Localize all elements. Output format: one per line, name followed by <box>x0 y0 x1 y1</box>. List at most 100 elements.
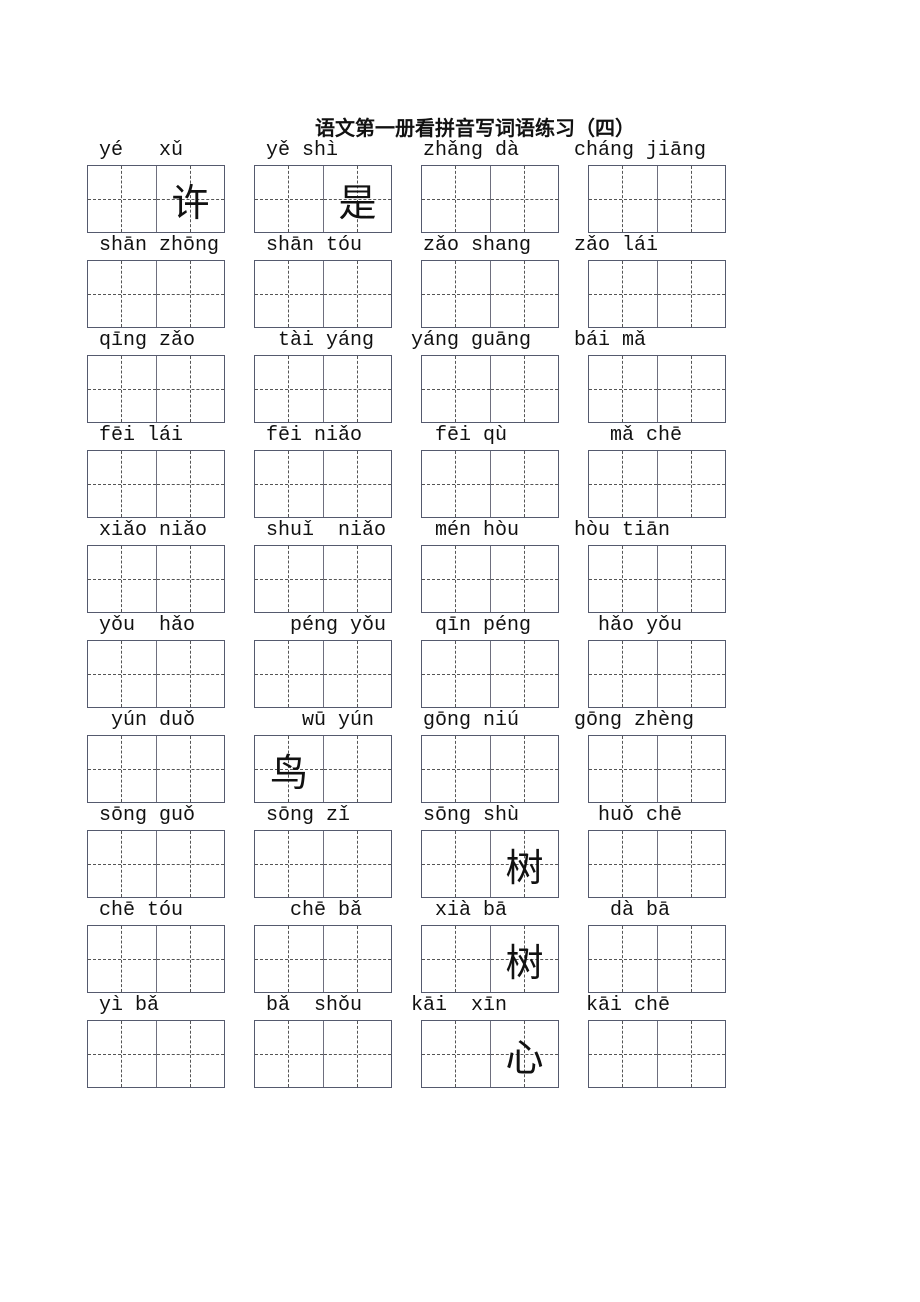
writing-cell[interactable]: 是 <box>323 166 391 232</box>
writing-cell[interactable] <box>156 641 224 707</box>
writing-cell[interactable] <box>422 926 490 992</box>
writing-grid: 心 <box>421 1020 559 1088</box>
writing-cell[interactable] <box>657 1021 725 1087</box>
writing-cell[interactable] <box>156 831 224 897</box>
writing-cell[interactable] <box>88 641 156 707</box>
writing-cell[interactable] <box>156 451 224 517</box>
writing-cell[interactable] <box>88 831 156 897</box>
writing-cell[interactable] <box>88 261 156 327</box>
writing-cell[interactable] <box>657 451 725 517</box>
written-character: 鸟 <box>269 750 308 795</box>
writing-cell[interactable] <box>589 166 657 232</box>
written-character <box>589 736 657 802</box>
writing-cell[interactable]: 心 <box>490 1021 558 1087</box>
writing-cell[interactable] <box>490 736 558 802</box>
writing-cell[interactable]: 许 <box>156 166 224 232</box>
writing-cell[interactable] <box>589 926 657 992</box>
writing-cell[interactable] <box>88 166 156 232</box>
writing-cell[interactable] <box>657 166 725 232</box>
writing-cell[interactable] <box>323 641 391 707</box>
writing-cell[interactable] <box>323 356 391 422</box>
written-character <box>658 546 725 612</box>
writing-cell[interactable] <box>255 831 323 897</box>
writing-cell[interactable] <box>323 1021 391 1087</box>
writing-cell[interactable] <box>255 1021 323 1087</box>
writing-cell[interactable] <box>156 926 224 992</box>
writing-cell[interactable] <box>88 736 156 802</box>
writing-cell[interactable] <box>422 451 490 517</box>
writing-cell[interactable] <box>490 166 558 232</box>
writing-cell[interactable] <box>422 1021 490 1087</box>
writing-cell[interactable] <box>589 356 657 422</box>
written-character: 心 <box>505 1035 544 1080</box>
written-character <box>88 831 156 897</box>
writing-cell[interactable] <box>255 261 323 327</box>
writing-cell[interactable] <box>657 641 725 707</box>
writing-cell[interactable] <box>490 546 558 612</box>
writing-cell[interactable] <box>88 451 156 517</box>
writing-cell[interactable] <box>88 546 156 612</box>
writing-cell[interactable] <box>255 926 323 992</box>
writing-cell[interactable] <box>657 261 725 327</box>
writing-cell[interactable] <box>255 356 323 422</box>
writing-cell[interactable] <box>323 451 391 517</box>
writing-cell[interactable] <box>657 546 725 612</box>
writing-grid: 鸟 <box>254 735 392 803</box>
writing-cell[interactable] <box>422 641 490 707</box>
writing-cell[interactable]: 树 <box>490 926 558 992</box>
writing-cell[interactable]: 树 <box>490 831 558 897</box>
writing-grid <box>421 450 559 518</box>
writing-cell[interactable] <box>589 736 657 802</box>
written-character <box>157 451 224 517</box>
writing-cell[interactable] <box>255 546 323 612</box>
word-item: chē tóu <box>87 899 237 996</box>
writing-cell[interactable] <box>255 451 323 517</box>
writing-cell[interactable] <box>255 166 323 232</box>
writing-cell[interactable] <box>323 546 391 612</box>
writing-cell[interactable] <box>156 1021 224 1087</box>
writing-cell[interactable] <box>323 736 391 802</box>
pinyin-label: fēi niǎo <box>266 424 363 447</box>
writing-cell[interactable] <box>589 451 657 517</box>
written-character <box>658 166 725 232</box>
writing-cell[interactable] <box>589 831 657 897</box>
written-character <box>589 926 657 992</box>
writing-cell[interactable] <box>323 831 391 897</box>
writing-cell[interactable] <box>88 1021 156 1087</box>
writing-grid <box>588 830 726 898</box>
writing-cell[interactable] <box>156 736 224 802</box>
writing-cell[interactable] <box>323 926 391 992</box>
written-character <box>658 451 725 517</box>
writing-cell[interactable] <box>657 356 725 422</box>
pinyin-label: sōng shù <box>411 804 520 827</box>
writing-cell[interactable] <box>88 356 156 422</box>
writing-cell[interactable] <box>490 261 558 327</box>
word-item: wū yún 鸟 <box>254 709 404 806</box>
writing-cell[interactable] <box>156 546 224 612</box>
writing-cell[interactable] <box>88 926 156 992</box>
writing-cell[interactable] <box>422 736 490 802</box>
writing-cell[interactable] <box>589 261 657 327</box>
writing-cell[interactable] <box>422 261 490 327</box>
writing-cell[interactable] <box>156 356 224 422</box>
writing-cell[interactable] <box>422 356 490 422</box>
writing-cell[interactable] <box>589 1021 657 1087</box>
writing-cell[interactable]: 鸟 <box>255 736 323 802</box>
writing-cell[interactable] <box>422 546 490 612</box>
writing-cell[interactable] <box>657 736 725 802</box>
writing-cell[interactable] <box>657 831 725 897</box>
writing-cell[interactable] <box>255 641 323 707</box>
writing-cell[interactable] <box>422 831 490 897</box>
writing-cell[interactable] <box>156 261 224 327</box>
writing-cell[interactable] <box>490 356 558 422</box>
writing-cell[interactable] <box>422 166 490 232</box>
writing-cell[interactable] <box>589 641 657 707</box>
written-character <box>324 451 391 517</box>
writing-cell[interactable] <box>490 451 558 517</box>
writing-cell[interactable] <box>589 546 657 612</box>
writing-cell[interactable] <box>490 641 558 707</box>
written-character <box>324 831 391 897</box>
writing-cell[interactable] <box>657 926 725 992</box>
writing-cell[interactable] <box>323 261 391 327</box>
writing-grid <box>588 640 726 708</box>
